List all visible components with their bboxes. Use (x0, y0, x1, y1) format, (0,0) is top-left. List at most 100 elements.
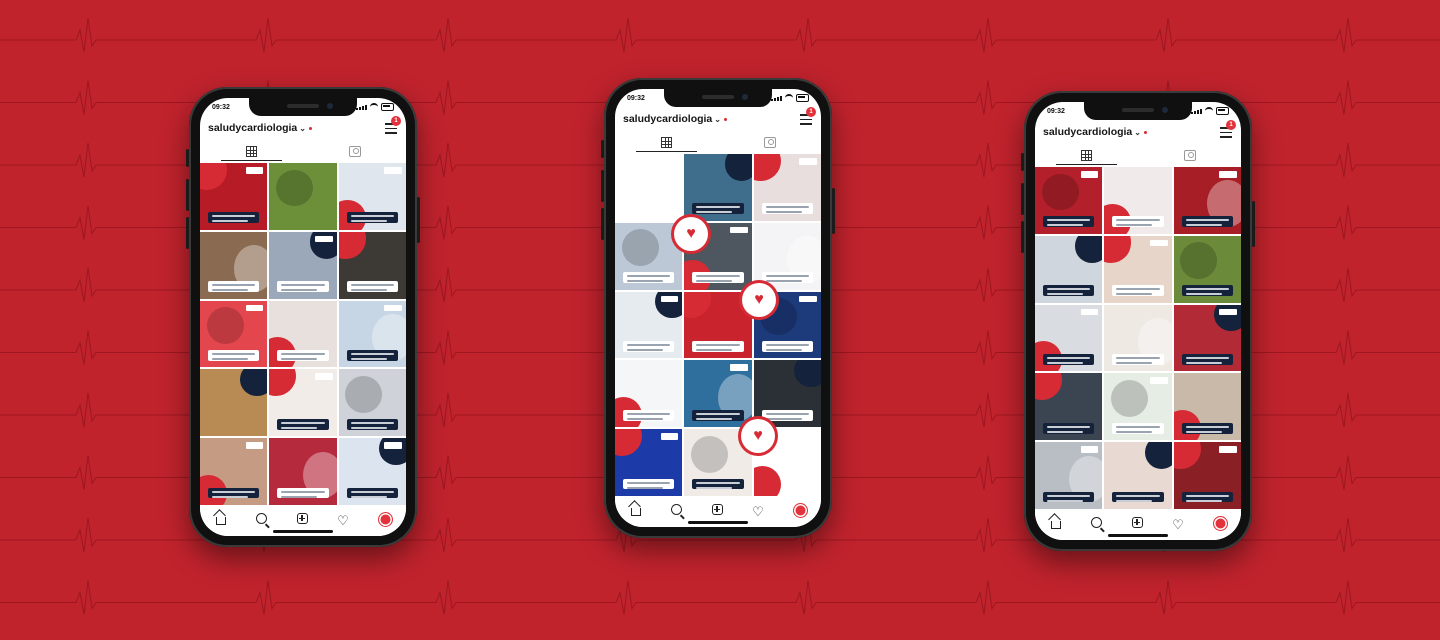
nav-add[interactable] (711, 503, 725, 517)
brand-logo (799, 433, 817, 440)
post-thumbnail[interactable] (269, 231, 337, 299)
post-thumbnail[interactable] (1035, 442, 1103, 509)
post-thumbnail[interactable] (269, 438, 337, 505)
nav-activity[interactable]: ♡ (1172, 516, 1186, 532)
post-caption-box (1043, 216, 1095, 228)
post-thumbnail[interactable] (684, 360, 752, 428)
heart-badge-icon: ♥ (741, 419, 775, 453)
nav-search[interactable] (1090, 516, 1104, 530)
post-thumbnail[interactable] (1104, 304, 1172, 372)
post-thumbnail[interactable] (615, 360, 683, 428)
post-thumbnail[interactable] (1104, 373, 1172, 441)
post-caption-box (692, 272, 744, 283)
nav-home[interactable] (1049, 516, 1063, 530)
post-thumbnail[interactable] (615, 429, 683, 496)
phone-mockup: 09:32 saludycardiologia ⌄ 1 (601, 78, 835, 538)
post-thumbnail[interactable] (200, 231, 268, 299)
post-thumbnail[interactable] (1104, 167, 1172, 234)
post-thumbnail[interactable] (200, 300, 268, 368)
post-graphic (240, 369, 268, 397)
volume-down-button (186, 217, 189, 249)
brand-logo (1219, 308, 1237, 316)
post-caption-box (1043, 422, 1095, 434)
nav-home[interactable] (629, 503, 643, 517)
post-thumbnail[interactable] (200, 163, 268, 230)
tab-tagged[interactable] (303, 142, 406, 160)
volume-up-button (1021, 183, 1024, 215)
post-thumbnail[interactable] (338, 438, 406, 505)
post-thumbnail[interactable] (338, 300, 406, 368)
profile-username[interactable]: saludycardiologia ⌄ (208, 122, 312, 134)
post-thumbnail[interactable] (615, 154, 683, 221)
chevron-down-icon[interactable]: ⌄ (299, 124, 306, 133)
post-thumbnail[interactable] (338, 369, 406, 437)
nav-profile[interactable] (378, 512, 394, 527)
post-caption-box (346, 418, 398, 430)
post-caption-box (1181, 285, 1233, 296)
post-thumbnail[interactable] (615, 291, 683, 359)
post-thumbnail[interactable] (200, 369, 268, 437)
nav-profile[interactable] (1213, 516, 1229, 531)
post-thumbnail[interactable] (1104, 442, 1172, 509)
post-thumbnail[interactable] (338, 163, 406, 230)
post-thumbnail[interactable] (269, 369, 337, 437)
brand-logo (245, 304, 264, 312)
brand-logo (384, 442, 402, 449)
post-thumbnail[interactable] (684, 154, 752, 221)
brand-logo (730, 364, 748, 372)
post-thumbnail[interactable] (753, 154, 821, 221)
tab-tagged[interactable] (1138, 146, 1241, 164)
chevron-down-icon[interactable]: ⌄ (1134, 128, 1141, 137)
add-icon (711, 504, 723, 515)
post-thumbnail[interactable] (753, 360, 821, 428)
post-thumbnail[interactable] (615, 222, 683, 290)
profile-username[interactable]: saludycardiologia ⌄ (1043, 126, 1147, 138)
post-thumbnail[interactable] (338, 231, 406, 299)
post-thumbnail[interactable] (753, 222, 821, 290)
nav-add[interactable] (1131, 516, 1145, 530)
post-caption-box (346, 212, 398, 224)
nav-search[interactable] (670, 503, 684, 517)
post-caption-box (1112, 491, 1164, 503)
nav-add[interactable] (296, 512, 310, 526)
post-thumbnail[interactable] (200, 438, 268, 505)
tagged-icon (1183, 149, 1196, 161)
post-thumbnail[interactable] (1173, 167, 1241, 234)
nav-activity[interactable]: ♡ (752, 503, 766, 519)
post-thumbnail[interactable] (269, 163, 337, 230)
phone-screen: 09:32 saludycardiologia ⌄ 1 (1035, 102, 1241, 540)
post-thumbnail[interactable] (1173, 442, 1241, 509)
post-thumbnail[interactable] (1173, 304, 1241, 372)
post-caption-box (692, 341, 744, 352)
post-caption-box (277, 487, 329, 499)
home-icon (215, 517, 226, 525)
tab-tagged[interactable] (718, 133, 821, 151)
add-icon (296, 513, 308, 524)
nav-home[interactable] (214, 512, 228, 526)
nav-activity[interactable]: ♡ (337, 512, 351, 528)
post-caption-box (761, 341, 813, 352)
chevron-down-icon[interactable]: ⌄ (714, 115, 721, 124)
post-caption-box (1112, 422, 1164, 434)
post-caption-box (208, 487, 260, 499)
post-thumbnail[interactable] (1035, 235, 1103, 303)
post-thumbnail[interactable] (1035, 373, 1103, 441)
post-thumbnail[interactable] (1173, 373, 1241, 441)
tab-grid[interactable] (1035, 146, 1138, 165)
post-thumbnail[interactable] (1035, 167, 1103, 234)
nav-profile[interactable] (793, 503, 809, 518)
nav-search[interactable] (255, 512, 269, 526)
post-thumbnail[interactable] (1104, 235, 1172, 303)
post-caption-box (1043, 285, 1095, 296)
tab-grid[interactable] (200, 142, 303, 161)
profile-username[interactable]: saludycardiologia ⌄ (623, 113, 727, 125)
post-graphic (753, 154, 781, 181)
post-caption-box (623, 409, 675, 421)
post-thumbnail[interactable] (1173, 235, 1241, 303)
tab-grid[interactable] (615, 133, 718, 152)
brand-logo (1219, 171, 1237, 178)
post-thumbnail[interactable] (1035, 304, 1103, 372)
post-caption-box (623, 478, 675, 490)
profile-icon (378, 512, 394, 527)
post-thumbnail[interactable] (269, 300, 337, 368)
